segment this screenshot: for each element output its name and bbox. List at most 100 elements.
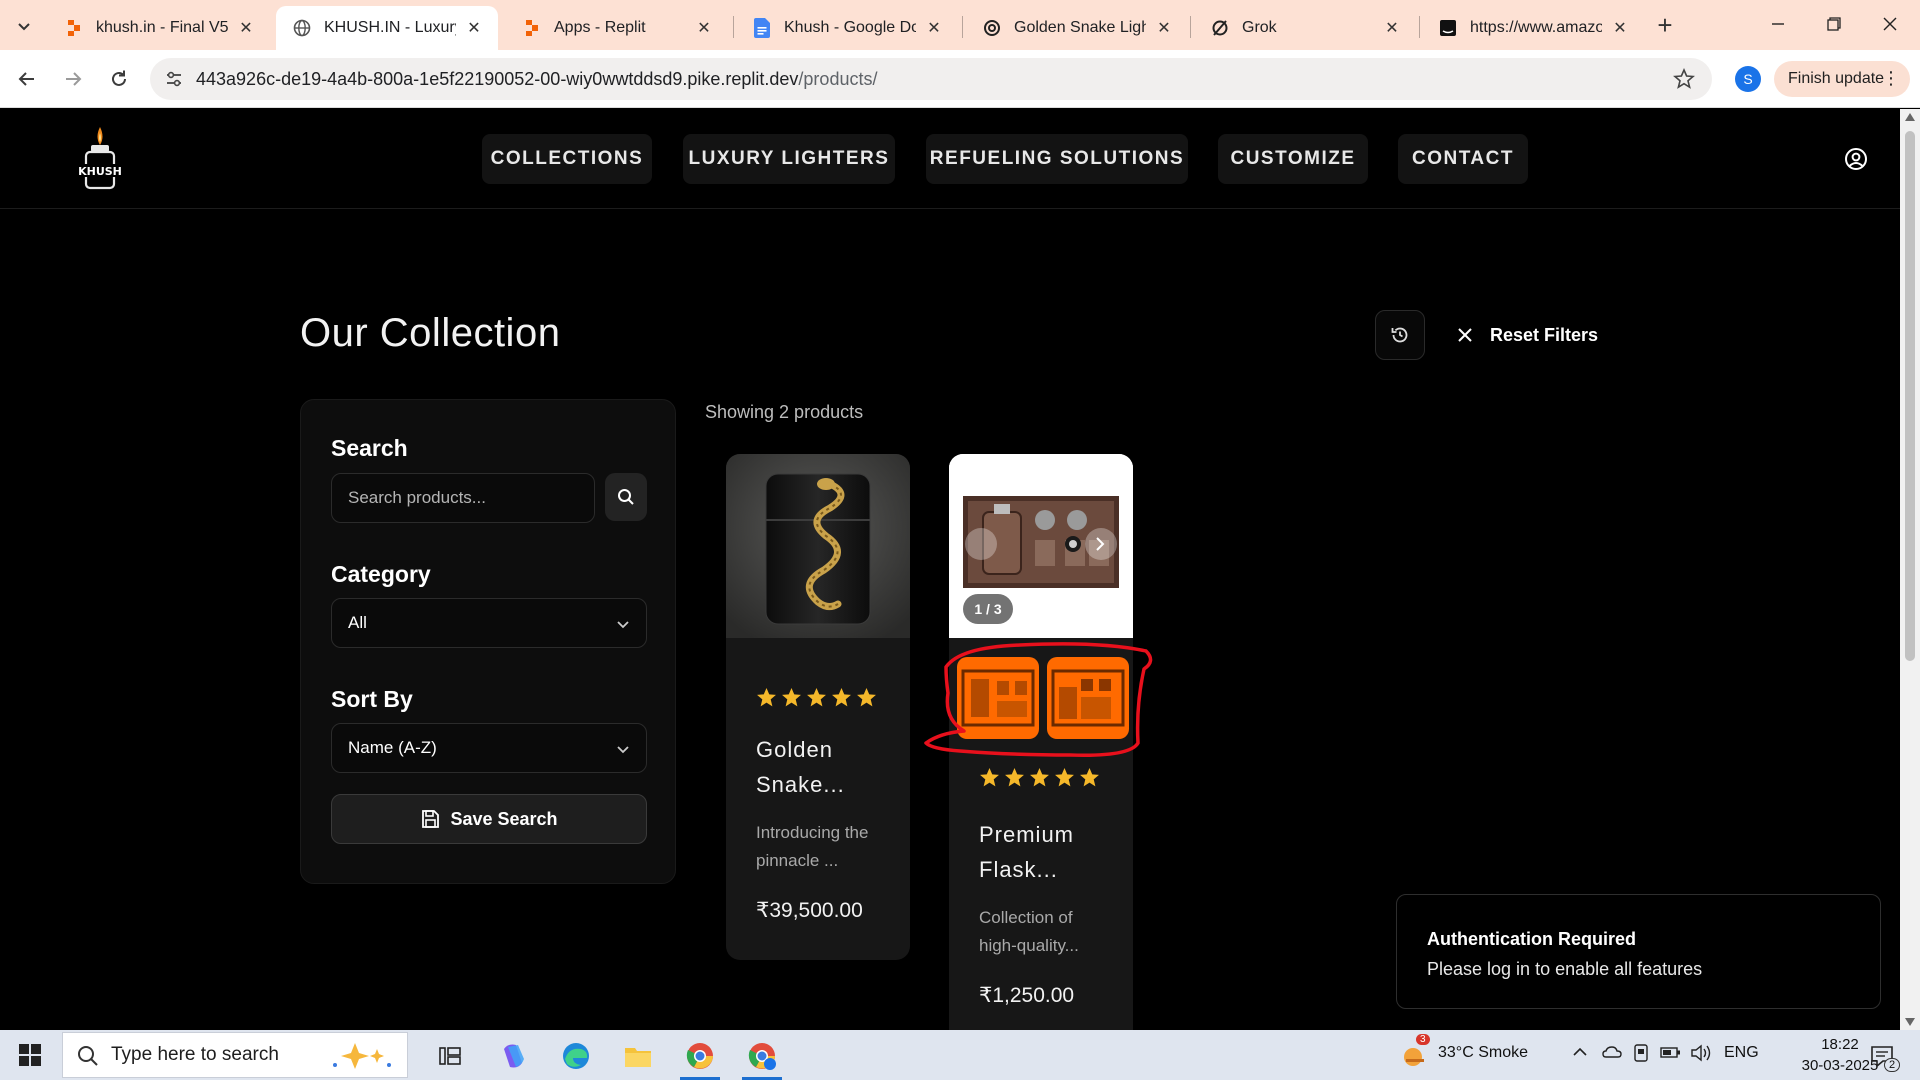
close-tab-icon[interactable]: ✕ [464, 18, 484, 38]
windows-start-icon[interactable] [10, 1040, 50, 1070]
sort-select[interactable]: Name (A-Z) [331, 723, 647, 773]
tab-apps-replit[interactable]: Apps - Replit ✕ [506, 6, 728, 50]
chevron-down-icon [616, 741, 630, 755]
globe-icon [292, 18, 312, 38]
close-tab-icon[interactable]: ✕ [1154, 18, 1174, 38]
product-card-golden-snake[interactable]: Golden Snake... Introducing the pinnacle… [726, 454, 910, 960]
site-info-icon[interactable] [164, 69, 184, 89]
save-search-button[interactable]: Save Search [331, 794, 647, 844]
page-viewport: KHUSH COLLECTIONS LUXURY LIGHTERS REFUEL… [0, 109, 1900, 1030]
finish-update-button[interactable]: Finish update ⋮ [1774, 61, 1910, 97]
star-icon [857, 688, 876, 707]
product-image-flask-set[interactable]: 1 / 3 [949, 454, 1133, 638]
task-view-icon[interactable] [430, 1036, 470, 1076]
taskbar-search-placeholder: Type here to search [111, 1044, 279, 1065]
weather-icon[interactable]: 3 [1398, 1034, 1432, 1076]
product-description: Introducing the pinnacle ... [756, 823, 869, 870]
browser-toolbar: 443a926c-de19-4a4b-800a-1e5f22190052-00-… [0, 50, 1920, 108]
nav-refueling-solutions[interactable]: REFUELING SOLUTIONS [926, 134, 1188, 184]
nav-contact[interactable]: CONTACT [1398, 134, 1528, 184]
tab-khush-luxury[interactable]: KHUSH.IN - Luxury Sm ✕ [276, 6, 498, 50]
star-icon [757, 688, 776, 707]
tab-search-chevron-icon[interactable] [10, 12, 38, 40]
notifications-icon[interactable]: 2 [1862, 1036, 1902, 1076]
scroll-down-arrow-icon[interactable] [1905, 1018, 1915, 1026]
chatgpt-icon [982, 18, 1002, 38]
history-button[interactable] [1375, 310, 1425, 360]
search-button[interactable] [605, 473, 647, 521]
more-options-icon[interactable]: ⋮ [1882, 68, 1900, 89]
star-icon [807, 688, 826, 707]
sort-label: Sort By [331, 686, 413, 712]
star-icon [832, 688, 851, 707]
close-tab-icon[interactable]: ✕ [1382, 18, 1402, 38]
khush-logo[interactable]: KHUSH [72, 125, 128, 195]
star-icon [1055, 768, 1074, 787]
close-tab-icon[interactable]: ✕ [694, 18, 714, 38]
reset-filters-button[interactable]: Reset Filters [1454, 323, 1598, 347]
close-tab-icon[interactable]: ✕ [924, 18, 944, 38]
user-account-icon[interactable] [1844, 147, 1868, 171]
copilot-icon[interactable] [493, 1036, 533, 1076]
address-bar[interactable]: 443a926c-de19-4a4b-800a-1e5f22190052-00-… [150, 58, 1712, 100]
bookmark-star-icon[interactable] [1672, 67, 1696, 91]
device-icon[interactable] [1632, 1044, 1650, 1067]
star-icon [782, 688, 801, 707]
minimize-icon[interactable] [1750, 0, 1806, 48]
tab-google-docs[interactable]: Khush - Google Docs ✕ [736, 6, 958, 50]
new-tab-plus-icon[interactable]: + [1650, 10, 1680, 40]
page-scrollbar[interactable] [1900, 109, 1920, 1030]
grok-icon [1210, 18, 1230, 38]
tab-title: Apps - Replit [554, 19, 646, 36]
volume-icon[interactable] [1690, 1044, 1712, 1067]
battery-plug-icon[interactable] [1660, 1044, 1682, 1065]
tab-title: khush.in - Final V5 - R [96, 19, 228, 36]
search-icon [77, 1045, 99, 1067]
product-description: Collection of high-quality... [979, 908, 1079, 955]
file-explorer-icon[interactable] [618, 1036, 658, 1076]
finish-update-label: Finish update [1788, 70, 1885, 87]
close-tab-icon[interactable]: ✕ [1610, 18, 1630, 38]
reload-icon[interactable] [104, 64, 134, 94]
category-select[interactable]: All [331, 598, 647, 648]
restore-icon[interactable] [1806, 0, 1862, 48]
tab-title: https://www.amazon. [1470, 19, 1602, 36]
nav-collections[interactable]: COLLECTIONS [482, 134, 652, 184]
tab-khush-final[interactable]: khush.in - Final V5 - R ✕ [48, 6, 270, 50]
nav-customize[interactable]: CUSTOMIZE [1218, 134, 1368, 184]
product-image-snake-lighter[interactable] [726, 454, 910, 638]
taskbar-search-box[interactable]: Type here to search [62, 1032, 408, 1078]
url-host: 443a926c-de19-4a4b-800a-1e5f22190052-00-… [196, 69, 799, 89]
tab-title: KHUSH.IN - Luxury Sm [324, 19, 456, 36]
profile-avatar[interactable]: S [1735, 66, 1761, 92]
scroll-up-arrow-icon[interactable] [1905, 113, 1915, 121]
search-label: Search [331, 435, 408, 461]
onedrive-cloud-icon[interactable] [1602, 1044, 1622, 1065]
close-window-icon[interactable] [1862, 0, 1918, 48]
search-icon [618, 489, 634, 505]
language-indicator[interactable]: ENG [1724, 1044, 1759, 1062]
tab-golden-snake[interactable]: Golden Snake Lighte ✕ [966, 6, 1188, 50]
forward-arrow-icon[interactable] [58, 64, 88, 94]
docs-icon [752, 18, 772, 38]
scrollbar-thumb[interactable] [1905, 131, 1915, 661]
tab-amazon[interactable]: https://www.amazon. ✕ [1422, 6, 1644, 50]
tab-separator [1190, 16, 1191, 38]
tab-title: Khush - Google Docs [784, 19, 916, 36]
notification-count: 2 [1884, 1058, 1901, 1072]
back-arrow-icon[interactable] [12, 64, 42, 94]
nav-luxury-lighters[interactable]: LUXURY LIGHTERS [683, 134, 895, 184]
product-name[interactable]: Premium Flask... [979, 817, 1109, 887]
tab-separator [962, 16, 963, 38]
history-icon [1391, 327, 1408, 343]
search-input[interactable]: Search products... [331, 473, 595, 523]
edge-browser-icon[interactable] [556, 1036, 596, 1076]
close-tab-icon[interactable]: ✕ [236, 18, 256, 38]
chrome-icon[interactable] [680, 1036, 720, 1080]
product-name[interactable]: Golden Snake... [756, 732, 886, 802]
tray-chevron-up-icon[interactable] [1572, 1044, 1588, 1065]
tab-separator [1419, 16, 1420, 38]
tab-grok[interactable]: Grok ✕ [1194, 6, 1416, 50]
tab-title: Grok [1242, 19, 1277, 36]
chrome-profile-icon[interactable] [742, 1036, 782, 1080]
